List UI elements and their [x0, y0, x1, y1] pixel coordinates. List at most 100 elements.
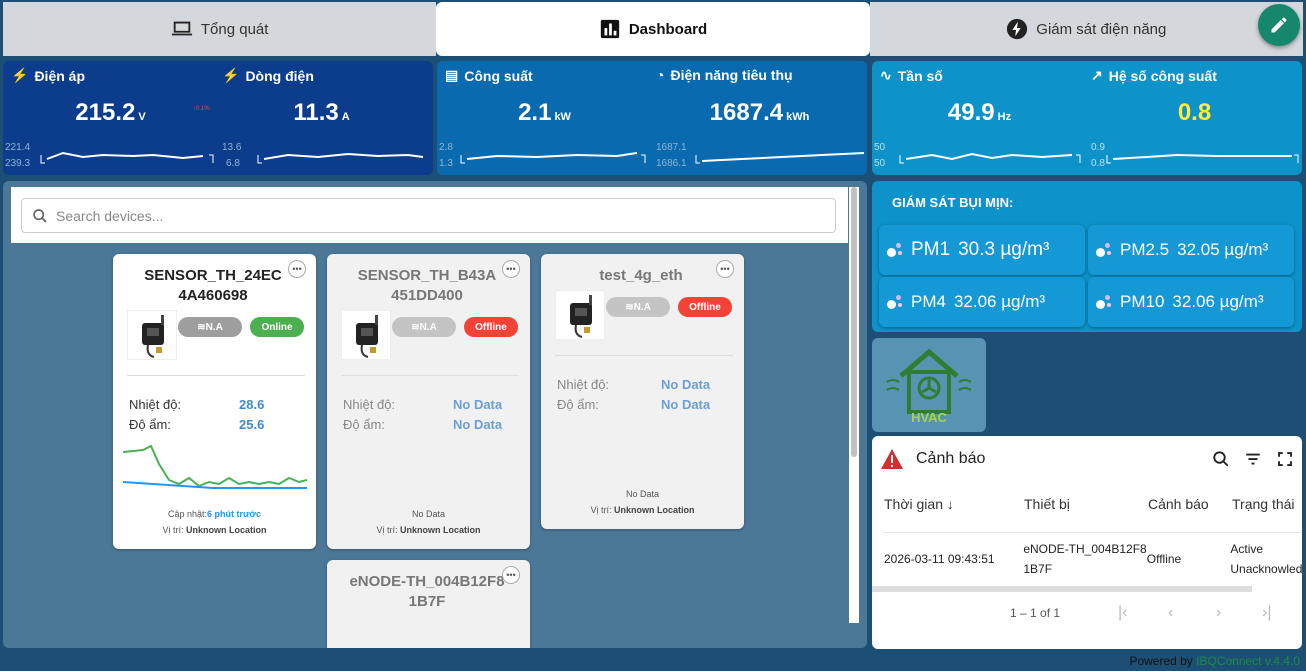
- pm-value: 32.06 µg/m³: [953, 292, 1046, 311]
- first-page-icon[interactable]: |‹: [1118, 604, 1127, 622]
- temperature-row: Nhiệt độ: No Data: [343, 397, 503, 412]
- tab-tong-quat[interactable]: Tổng quát: [3, 2, 437, 56]
- location-text: Vị trí: Unknown Location: [376, 525, 481, 535]
- wifi-icon: ≋: [411, 321, 420, 333]
- power-value: 2.1 kW: [518, 99, 571, 126]
- warning-icon: [881, 449, 903, 469]
- particles-icon: [887, 242, 903, 258]
- metric-panel-frequency-pf: ∿ Tần số 49.9 Hz 50 50 ↗ Hệ số công suất 0.…: [872, 61, 1302, 175]
- pm-label: PM4: [911, 292, 946, 311]
- alerts-header: Cảnh báo: [880, 448, 985, 470]
- more-menu-button[interactable]: •••: [716, 260, 734, 278]
- signal-badge: ≋ N.A: [178, 317, 242, 337]
- prev-page-icon[interactable]: ‹: [1168, 604, 1173, 622]
- particles-icon: [1096, 294, 1112, 310]
- col-time-header[interactable]: Thời gian ↓: [884, 496, 1024, 512]
- table-row[interactable]: 2026-03-11 09:43:51 eNODE-TH_004B12F81B7…: [884, 532, 1302, 584]
- cell-state: Active Unacknowledged: [1230, 541, 1302, 576]
- metric-title: ∿ Tần số: [880, 67, 943, 84]
- tab-label: Dashboard: [628, 20, 708, 38]
- pm25-box: PM2.5 32.05 µg/m³: [1088, 225, 1294, 275]
- divider: [341, 375, 519, 376]
- footer-powered-by: Powered by IBQConnect v.4.4.0: [1129, 654, 1300, 668]
- pagination-range: 1 – 1 of 1: [1010, 606, 1061, 620]
- cell-time: 2026-03-11 09:43:51: [884, 551, 995, 566]
- trend-icon: ↗: [1091, 67, 1103, 83]
- device-image: [555, 290, 605, 340]
- alerts-title: Cảnh báo: [916, 450, 986, 467]
- metric-title: ▤ Công suất: [445, 67, 533, 84]
- device-trend-chart: [123, 444, 307, 489]
- bolt-circle-icon: ⚡: [222, 67, 240, 83]
- updated-text: Cập nhật:6 phút trước: [168, 509, 261, 519]
- pm1-box: PM1 30.3 µg/m³: [879, 225, 1085, 275]
- particles-icon: [887, 294, 903, 310]
- device-card[interactable]: eNODE-TH_004B12F81B7F •••: [327, 560, 530, 648]
- pm-value: 30.3 µg/m³: [958, 239, 1050, 260]
- metric-title: ⚡ Điện áp: [11, 67, 86, 84]
- voltage-value: 215.2 V: [75, 99, 146, 126]
- status-badge: Offline: [464, 317, 518, 337]
- col-state-header[interactable]: Trạng thái: [1232, 496, 1302, 512]
- tab-bar: Tổng quát Dashboard Giám sát điện năng: [3, 2, 1303, 56]
- hvac-house-fan-icon: HVAC: [886, 348, 972, 425]
- device-image: [341, 310, 391, 360]
- wifi-icon: ≋: [197, 321, 206, 333]
- scrollbar-thumb[interactable]: [851, 187, 857, 457]
- arrow-down-icon: ↓: [946, 496, 954, 512]
- temperature-row: Nhiệt độ: 28.6: [129, 397, 265, 412]
- voltage-change: ↑0.1%: [193, 106, 210, 112]
- edit-button[interactable]: [1258, 4, 1300, 46]
- more-menu-button[interactable]: •••: [502, 566, 520, 584]
- current-value: 11.3 A: [293, 99, 350, 126]
- pencil-icon: [1271, 17, 1287, 33]
- search-icon: [33, 208, 47, 223]
- pm4-box: PM4 32.06 µg/m³: [879, 277, 1085, 327]
- device-name: eNODE-TH_004B12F81B7F: [349, 573, 505, 610]
- divider: [127, 375, 305, 376]
- particles-icon: [1096, 242, 1112, 258]
- col-device-header[interactable]: Thiết bị: [1024, 496, 1148, 512]
- col-alert-header[interactable]: Cảnh báo: [1148, 496, 1232, 512]
- more-menu-button[interactable]: •••: [288, 260, 306, 278]
- filter-icon[interactable]: [1244, 450, 1262, 468]
- hvac-button[interactable]: HVAC: [872, 338, 986, 432]
- alerts-panel: Cảnh báo Thời gian ↓ Thiết bị Cảnh báo T…: [872, 436, 1302, 649]
- metric-title: ◔ Điện năng tiêu thụ: [656, 67, 793, 83]
- alerts-table-header: Thời gian ↓ Thiết bị Cảnh báo Trạng thái: [884, 496, 1302, 512]
- horizontal-scrollbar[interactable]: [872, 586, 1252, 592]
- scrollbar[interactable]: [849, 187, 859, 623]
- fullscreen-icon[interactable]: [1276, 450, 1294, 468]
- location-text: Vị trí: Unknown Location: [162, 525, 267, 535]
- humidity-row: Độ ẩm: No Data: [557, 397, 711, 412]
- device-name: SENSOR_TH_B43A 451DD400: [357, 267, 497, 304]
- metric-title: ↗ Hệ số công suất: [1091, 67, 1217, 84]
- tab-dashboard[interactable]: Dashboard: [436, 2, 870, 56]
- power-factor-sparkline: [1106, 153, 1299, 164]
- energy-sparkline: [695, 152, 865, 164]
- voltage-sparkline: [40, 151, 214, 164]
- next-page-icon[interactable]: ›: [1216, 604, 1221, 622]
- device-name: SENSOR_TH_24EC 4A460698: [144, 267, 282, 304]
- metric-title: ⚡ Dòng điện: [222, 67, 314, 84]
- location-text: Vị trí: Unknown Location: [590, 505, 695, 515]
- search-input[interactable]: Search devices...: [21, 198, 836, 233]
- tab-giam-sat-dien-nang[interactable]: Giám sát điện năng: [869, 2, 1303, 56]
- device-card[interactable]: SENSOR_TH_24EC 4A460698 ••• ≋ N.A Online …: [113, 254, 316, 549]
- signal-badge: ≋ N.A: [606, 297, 670, 317]
- energy-value: 1687.4 kWh: [709, 99, 810, 126]
- wifi-icon: ≋: [625, 301, 634, 313]
- device-image: [127, 310, 177, 360]
- last-page-icon[interactable]: ›|: [1262, 604, 1271, 622]
- bolt-circle-icon: [1007, 18, 1028, 40]
- device-card[interactable]: test_4g_eth ••• ≋ N.A Offline Nhiệt độ: No…: [541, 254, 744, 529]
- search-icon[interactable]: [1212, 450, 1230, 468]
- pm-value: 32.05 µg/m³: [1177, 240, 1269, 259]
- pm10-box: PM10 32.06 µg/m³: [1088, 277, 1294, 327]
- tab-label: Giám sát điện năng: [1036, 20, 1167, 38]
- status-badge: Offline: [678, 297, 732, 317]
- device-card[interactable]: SENSOR_TH_B43A 451DD400 ••• ≋ N.A Offline…: [327, 254, 530, 549]
- hvac-label: HVAC: [911, 410, 947, 425]
- more-menu-button[interactable]: •••: [502, 260, 520, 278]
- metric-panel-power-energy: ▤ Công suất 2.1 kW 2.8 1.3 ◔ Điện năng tiêu…: [437, 61, 867, 175]
